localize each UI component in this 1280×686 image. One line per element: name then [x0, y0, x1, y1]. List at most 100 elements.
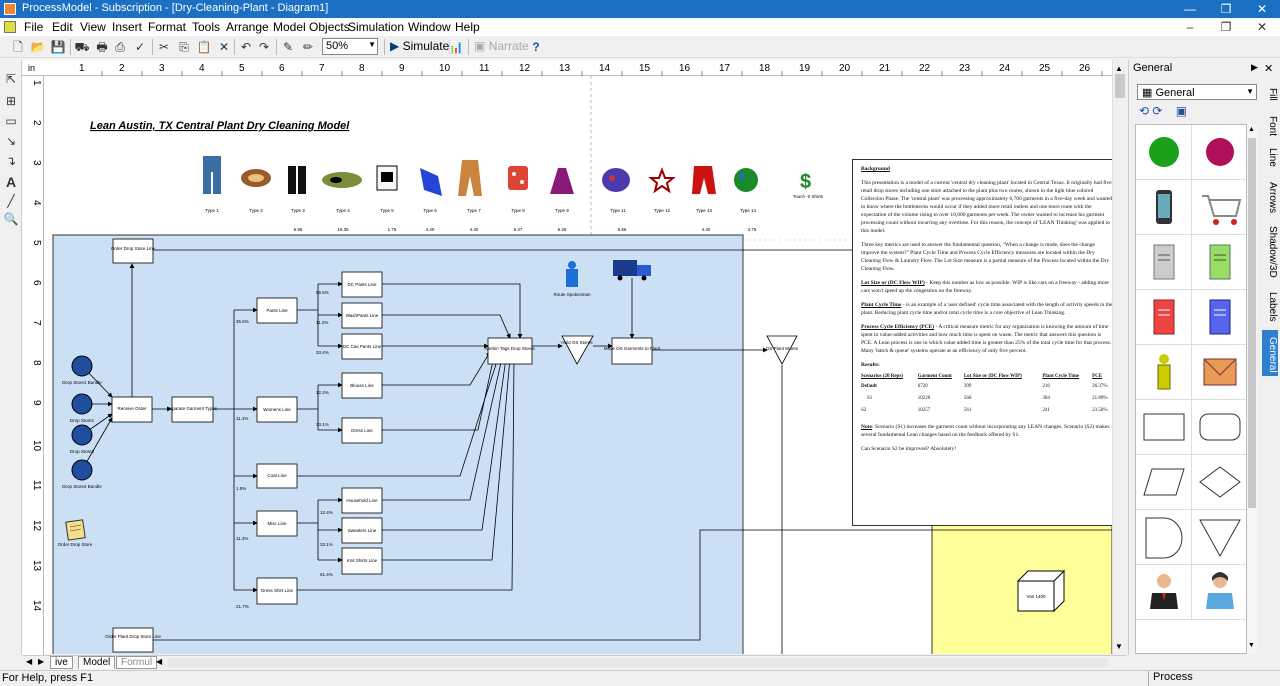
document-gray-shape[interactable]	[1136, 235, 1192, 290]
scroll-thumb[interactable]	[1115, 74, 1125, 98]
tab-model[interactable]: Model	[78, 656, 116, 669]
scroll-thumb[interactable]	[1248, 138, 1256, 508]
publish-icon[interactable]: ⛟	[74, 39, 90, 55]
save-icon[interactable]: 💾	[50, 39, 66, 55]
delete-icon[interactable]: ✕	[216, 39, 232, 55]
tab-next-icon[interactable]: ▶	[38, 657, 44, 666]
background-text-panel[interactable]: Background This presentation is a model …	[852, 159, 1112, 526]
drop-store[interactable]	[71, 424, 93, 446]
collection-phase-area[interactable]	[52, 234, 744, 654]
diamond-shape[interactable]	[1192, 455, 1246, 510]
panel-expand-icon[interactable]: ▶	[1251, 62, 1258, 73]
menu-window[interactable]: Window	[408, 20, 451, 34]
tab-shadow3d[interactable]: Shadow/3D	[1262, 226, 1278, 278]
tab-formulas[interactable]: Formul	[116, 656, 158, 669]
print-icon[interactable]: 🖶	[94, 39, 110, 55]
text-tool-icon[interactable]: A	[3, 174, 19, 190]
tab-labels[interactable]: Labels	[1262, 292, 1278, 321]
process-box[interactable]	[611, 337, 653, 365]
zoom-tool-icon[interactable]: 🔍	[3, 212, 19, 228]
redo-icon[interactable]: ↷	[256, 39, 272, 55]
child-restore-icon[interactable]: ❐	[1208, 18, 1244, 36]
scroll-up-icon[interactable]: ▲	[1115, 64, 1123, 73]
magenta-ball-shape[interactable]	[1192, 125, 1246, 180]
van-cube[interactable]: Van 1400	[1016, 569, 1066, 613]
menu-file[interactable]: File	[24, 20, 43, 34]
chart-icon[interactable]: 📊	[448, 39, 464, 55]
palette-scrollbar[interactable]: ▲ ▼	[1247, 124, 1257, 654]
cut-icon[interactable]: ✂	[156, 39, 172, 55]
businesswoman-shape[interactable]	[1192, 565, 1246, 620]
document-blue-shape[interactable]	[1192, 290, 1246, 345]
menu-format[interactable]: Format	[148, 20, 186, 34]
group-icon[interactable]: ⊞	[3, 94, 19, 110]
triangle-shape[interactable]	[1192, 510, 1246, 565]
drop-store[interactable]	[71, 393, 93, 415]
undo-icon[interactable]: ↶	[238, 39, 254, 55]
menu-arrange[interactable]: Arrange	[226, 20, 269, 34]
document-red-shape[interactable]	[1136, 290, 1192, 345]
menu-edit[interactable]: Edit	[52, 20, 73, 34]
person-shape[interactable]	[1136, 345, 1192, 400]
tab-arrows[interactable]: Arrows	[1262, 182, 1278, 213]
palette-select[interactable]: ▦ General ▼	[1137, 84, 1257, 100]
print-preview-icon[interactable]: ⎙	[112, 39, 128, 55]
child-minimize-icon[interactable]: –	[1172, 18, 1208, 36]
tab-live[interactable]: ive	[50, 656, 73, 669]
format-painter-icon[interactable]: ✎	[280, 39, 296, 55]
scroll-left-icon[interactable]: ◀	[156, 657, 162, 666]
narrate-button[interactable]: ▣ Narrate	[474, 39, 529, 53]
tab-font[interactable]: Font	[1262, 116, 1278, 136]
businessman-shape[interactable]	[1136, 565, 1192, 620]
drop-store[interactable]	[71, 355, 93, 377]
paste-icon[interactable]: 📋	[196, 39, 212, 55]
menu-tools[interactable]: Tools	[192, 20, 220, 34]
envelope-shape[interactable]	[1192, 345, 1246, 400]
spell-check-icon[interactable]: ✓	[132, 39, 148, 55]
close-icon[interactable]: ✕	[1264, 62, 1273, 75]
order-paper-icon[interactable]	[65, 519, 86, 541]
scroll-down-icon[interactable]: ▼	[1248, 642, 1255, 649]
diagram-canvas[interactable]: Lean Austin, TX Central Plant Dry Cleani…	[44, 76, 1112, 654]
process-box[interactable]	[487, 337, 533, 365]
menu-simulation[interactable]: Simulation	[348, 20, 404, 34]
tab-prev-icon[interactable]: ◀	[26, 657, 32, 666]
help-icon[interactable]: ?	[528, 39, 544, 55]
process-box[interactable]	[112, 627, 154, 653]
delay-shape[interactable]	[1136, 510, 1192, 565]
tab-line[interactable]: Line	[1262, 148, 1278, 167]
maximize-icon[interactable]: ❐	[1208, 0, 1244, 18]
elbow-connector-icon[interactable]: ↴	[3, 154, 19, 170]
process-box[interactable]	[112, 238, 154, 264]
draw-line-icon[interactable]: ╱	[3, 194, 19, 210]
phone-shape[interactable]	[1136, 180, 1192, 235]
child-close-icon[interactable]: ✕	[1244, 18, 1280, 36]
scroll-up-icon[interactable]: ▲	[1248, 126, 1255, 133]
vertical-scrollbar[interactable]: ▲ ▼	[1112, 60, 1126, 655]
menu-view[interactable]: View	[80, 20, 106, 34]
new-icon[interactable]: 🗋	[10, 39, 26, 55]
minimize-icon[interactable]: —	[1172, 0, 1208, 18]
menu-help[interactable]: Help	[455, 20, 480, 34]
cart-shape[interactable]	[1192, 180, 1246, 235]
simulate-button[interactable]: ▶ Simulate	[390, 39, 449, 53]
rounded-rectangle-shape[interactable]	[1192, 400, 1246, 455]
menu-insert[interactable]: Insert	[112, 20, 142, 34]
close-icon[interactable]: ✕	[1244, 0, 1280, 18]
open-icon[interactable]: 📂	[30, 39, 46, 55]
menu-model-objects[interactable]: Model Objects	[273, 20, 350, 34]
pointer-icon[interactable]: ⇱	[3, 72, 19, 88]
rectangle-shape[interactable]	[1136, 400, 1192, 455]
rectangle-icon[interactable]: ▭	[3, 114, 19, 130]
document-green-shape[interactable]	[1192, 235, 1246, 290]
scroll-down-icon[interactable]: ▼	[1115, 642, 1123, 651]
zoom-select[interactable]: 50% ▼	[322, 38, 378, 55]
tab-fill[interactable]: Fill	[1262, 88, 1278, 101]
palette-tool-icons[interactable]: ⟲ ⟳ ▣	[1139, 104, 1187, 118]
drop-store[interactable]	[71, 459, 93, 481]
copy-icon[interactable]: ⎘	[176, 39, 192, 55]
green-ball-shape[interactable]	[1136, 125, 1192, 180]
tab-general[interactable]: General	[1262, 330, 1278, 376]
pencil-icon[interactable]: ✏	[300, 39, 316, 55]
horizontal-scrollbar[interactable]	[168, 658, 1108, 667]
